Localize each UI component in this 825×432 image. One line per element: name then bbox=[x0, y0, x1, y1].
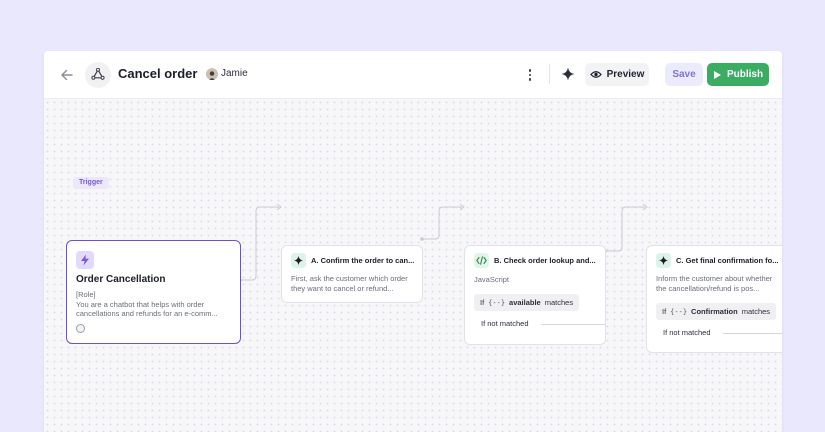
edge-trigger-to-a bbox=[240, 206, 279, 281]
step-b-icon bbox=[474, 253, 489, 268]
trigger-node[interactable]: Order Cancellation [Role] You are a chat… bbox=[66, 240, 241, 344]
trigger-tag: Trigger bbox=[73, 177, 109, 189]
workflow-canvas[interactable]: Trigger Order Cancellation [Role] You ar… bbox=[44, 99, 782, 432]
edge-b-to-c bbox=[605, 206, 645, 252]
publish-label: Publish bbox=[726, 69, 764, 80]
condition-field: Confirmation bbox=[691, 307, 738, 316]
owner-name: Jamie bbox=[221, 68, 248, 79]
preview-button[interactable]: Preview bbox=[585, 63, 649, 86]
avatar[interactable] bbox=[206, 68, 218, 80]
step-a-icon bbox=[291, 253, 306, 268]
step-a-description: First, ask the customer which order they… bbox=[291, 274, 408, 293]
more-options-button[interactable] bbox=[524, 66, 536, 84]
step-c-title: C. Get final confirmation fo... bbox=[676, 256, 779, 265]
page-title: Cancel order bbox=[118, 66, 198, 81]
arrow-left-icon bbox=[61, 69, 73, 81]
sparkle-icon bbox=[561, 67, 575, 81]
ai-assist-button[interactable] bbox=[560, 66, 576, 82]
lightning-icon bbox=[81, 254, 89, 266]
variable-icon: {--} bbox=[670, 307, 688, 316]
condition-operator: matches bbox=[544, 298, 574, 307]
back-button[interactable] bbox=[58, 65, 76, 85]
step-node-a[interactable]: A. Confirm the order to can... First, as… bbox=[281, 245, 423, 303]
step-c-else[interactable]: If not matched bbox=[663, 328, 711, 337]
save-button[interactable]: Save bbox=[665, 63, 703, 86]
publish-button[interactable]: Publish bbox=[707, 63, 769, 86]
recycle-icon bbox=[91, 68, 105, 80]
condition-if: If bbox=[480, 298, 485, 307]
step-node-c[interactable]: C. Get final confirmation fo... Inform t… bbox=[646, 245, 782, 353]
condition-if: If bbox=[662, 307, 667, 316]
step-a-title: A. Confirm the order to can... bbox=[311, 256, 415, 265]
edge-b-start-dot bbox=[420, 237, 424, 241]
step-b-condition[interactable]: If {--} available matches bbox=[474, 294, 580, 311]
trigger-role: [Role] bbox=[76, 290, 96, 299]
user-avatar-icon bbox=[206, 69, 218, 80]
step-b-else[interactable]: If not matched bbox=[481, 319, 529, 328]
step-b-else-line bbox=[541, 324, 605, 325]
preview-label: Preview bbox=[606, 69, 645, 80]
step-c-icon bbox=[656, 253, 671, 268]
chat-icon bbox=[76, 324, 85, 333]
sparkle-icon bbox=[294, 256, 303, 265]
edge-a-to-b bbox=[422, 206, 462, 240]
step-b-language: JavaScript bbox=[474, 275, 510, 284]
condition-field: available bbox=[509, 298, 541, 307]
condition-operator: matches bbox=[741, 307, 771, 316]
step-c-description: Inform the customer about whether the ca… bbox=[656, 274, 773, 293]
step-node-b[interactable]: B. Check order lookup and... JavaScript … bbox=[464, 245, 606, 345]
flow-type-icon bbox=[85, 62, 111, 88]
step-c-condition[interactable]: If {--} Confirmation matches bbox=[656, 303, 777, 320]
step-b-title: B. Check order lookup and... bbox=[494, 256, 596, 265]
play-icon bbox=[713, 70, 721, 79]
workflow-editor-window: Cancel order Jamie Preview Save Publish … bbox=[44, 51, 782, 432]
trigger-title: Order Cancellation bbox=[76, 274, 166, 285]
eye-icon bbox=[589, 71, 602, 78]
sparkle-icon bbox=[659, 256, 668, 265]
variable-icon: {--} bbox=[488, 298, 506, 307]
editor-header: Cancel order Jamie Preview Save Publish bbox=[44, 51, 782, 99]
trigger-description: You are a chatbot that helps with order … bbox=[76, 300, 218, 318]
kebab-menu-icon bbox=[528, 69, 532, 72]
header-divider bbox=[549, 64, 550, 84]
step-c-else-line bbox=[723, 333, 782, 334]
code-icon bbox=[476, 256, 487, 265]
trigger-node-icon bbox=[76, 251, 94, 269]
